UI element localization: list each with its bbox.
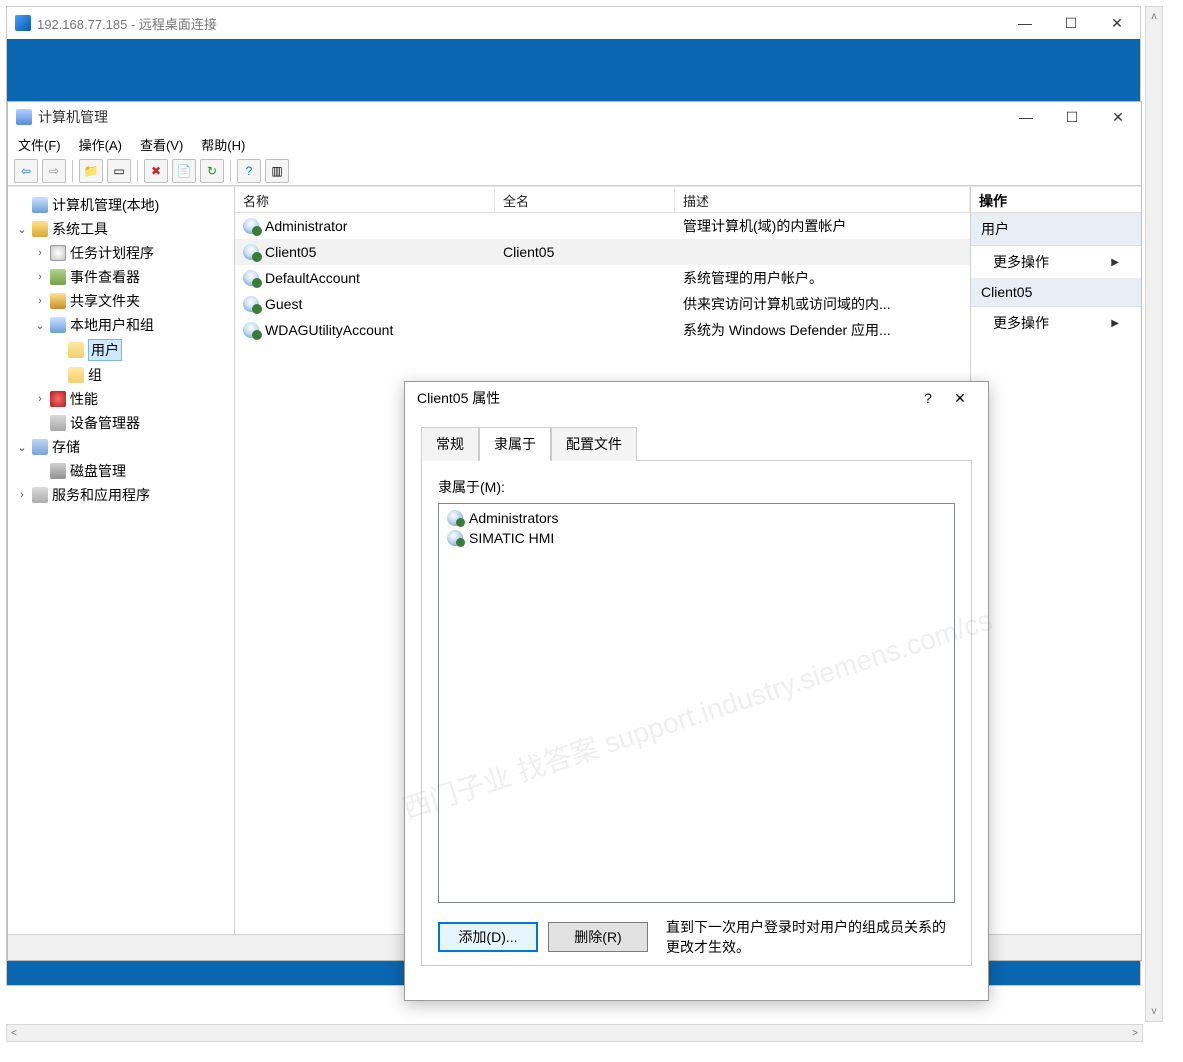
dialog-titlebar[interactable]: Client05 属性 ? ✕	[405, 382, 988, 414]
users-list-body: Administrator 管理计算机(域)的内置帐户 Client05 Cli…	[235, 213, 970, 343]
member-list[interactable]: Administrators SIMATIC HMI	[438, 503, 955, 903]
tree-task-scheduler[interactable]: ›任务计划程序	[12, 241, 230, 265]
tab-general[interactable]: 常规	[421, 427, 479, 461]
tree-services-apps[interactable]: ›服务和应用程序	[12, 483, 230, 507]
help-button[interactable]: ?	[237, 159, 261, 183]
scroll-right-icon[interactable]: >	[1132, 1028, 1138, 1039]
user-icon	[243, 322, 259, 338]
tree-groups[interactable]: 组	[12, 363, 230, 387]
user-row[interactable]: Guest 供来宾访问计算机或访问域的内...	[235, 291, 970, 317]
menu-help[interactable]: 帮助(H)	[201, 135, 245, 154]
rdp-titlebar[interactable]: 192.168.77.185 - 远程桌面连接 — ☐ ✕	[7, 7, 1140, 39]
col-description[interactable]: 描述	[675, 187, 970, 212]
scroll-up-icon[interactable]: ʌ	[1152, 11, 1157, 22]
tree-device-manager[interactable]: 设备管理器	[12, 411, 230, 435]
remove-button[interactable]: 删除(R)	[548, 922, 648, 952]
mmc-menubar: 文件(F) 操作(A) 查看(V) 帮助(H)	[8, 132, 1141, 156]
dialog-body: 常规 隶属于 配置文件 隶属于(M): Administrators SIMAT…	[405, 414, 988, 974]
horizontal-scrollbar[interactable]: <>	[6, 1024, 1143, 1042]
dialog-tabs: 常规 隶属于 配置文件	[421, 426, 972, 461]
dialog-help-button[interactable]: ?	[912, 382, 944, 414]
tree-shared-folders[interactable]: ›共享文件夹	[12, 289, 230, 313]
scroll-down-icon[interactable]: v	[1152, 1006, 1157, 1017]
tree-users[interactable]: 用户	[12, 337, 230, 363]
chevron-right-icon: ▶	[1111, 257, 1119, 268]
nav-forward-button[interactable]: ⇨	[42, 159, 66, 183]
rdp-close-button[interactable]: ✕	[1094, 7, 1140, 39]
tree-storage[interactable]: ⌄存储	[12, 435, 230, 459]
action-group-selected[interactable]: Client05	[971, 278, 1141, 307]
menu-action[interactable]: 操作(A)	[79, 135, 122, 154]
actions-header: 操作	[971, 187, 1141, 213]
navigation-tree[interactable]: 计算机管理(本地) ⌄系统工具 ›任务计划程序 ›事件查看器 ›共享文件夹 ⌄本…	[8, 187, 235, 960]
mmc-maximize-button[interactable]: ☐	[1049, 102, 1095, 132]
add-button[interactable]: 添加(D)...	[438, 922, 538, 952]
properties-button[interactable]: 📄	[172, 159, 196, 183]
tab-panel-member-of: 隶属于(M): Administrators SIMATIC HMI 西门子业 …	[421, 461, 972, 966]
rdp-minimize-button[interactable]: —	[1002, 7, 1048, 39]
refresh-button[interactable]: ↻	[200, 159, 224, 183]
user-row[interactable]: DefaultAccount 系统管理的用户帐户。	[235, 265, 970, 291]
user-properties-dialog: Client05 属性 ? ✕ 常规 隶属于 配置文件 隶属于(M): Admi…	[404, 381, 989, 1001]
tree-local-users-groups[interactable]: ⌄本地用户和组	[12, 313, 230, 337]
mmc-title: 计算机管理	[38, 107, 108, 127]
dialog-buttons: 添加(D)... 删除(R) 直到下一次用户登录时对用户的组成员关系的更改才生效…	[438, 917, 955, 957]
group-icon	[447, 510, 463, 526]
menu-file[interactable]: 文件(F)	[18, 135, 61, 154]
group-item[interactable]: Administrators	[443, 508, 950, 528]
view-button[interactable]: ▥	[265, 159, 289, 183]
user-icon	[243, 270, 259, 286]
mmc-minimize-button[interactable]: —	[1003, 102, 1049, 132]
user-icon	[243, 296, 259, 312]
user-row[interactable]: Client05 Client05	[235, 239, 970, 265]
action-more-users[interactable]: 更多操作▶	[971, 246, 1141, 278]
rdp-maximize-button[interactable]: ☐	[1048, 7, 1094, 39]
chevron-right-icon: ▶	[1111, 318, 1119, 329]
show-hide-tree-button[interactable]: ▭	[107, 159, 131, 183]
scroll-left-icon[interactable]: <	[11, 1028, 17, 1039]
group-icon	[447, 530, 463, 546]
actions-panel: 操作 用户 更多操作▶ Client05 更多操作▶	[971, 187, 1141, 960]
vertical-scrollbar[interactable]: ʌv	[1145, 6, 1163, 1022]
user-row[interactable]: Administrator 管理计算机(域)的内置帐户	[235, 213, 970, 239]
member-of-label: 隶属于(M):	[438, 477, 955, 497]
tree-root[interactable]: 计算机管理(本地)	[12, 193, 230, 217]
nav-back-button[interactable]: ⇦	[14, 159, 38, 183]
computer-management-icon	[16, 109, 32, 125]
tree-disk-management[interactable]: 磁盘管理	[12, 459, 230, 483]
user-icon	[243, 218, 259, 234]
col-name[interactable]: 名称	[235, 187, 495, 212]
rdp-icon	[15, 15, 31, 31]
group-item[interactable]: SIMATIC HMI	[443, 528, 950, 548]
tree-event-viewer[interactable]: ›事件查看器	[12, 265, 230, 289]
user-icon	[243, 244, 259, 260]
tab-member-of[interactable]: 隶属于	[479, 427, 551, 461]
user-row[interactable]: WDAGUtilityAccount 系统为 Windows Defender …	[235, 317, 970, 343]
delete-button[interactable]: ✖	[144, 159, 168, 183]
tree-performance[interactable]: ›性能	[12, 387, 230, 411]
mmc-close-button[interactable]: ✕	[1095, 102, 1141, 132]
tab-profile[interactable]: 配置文件	[551, 427, 637, 461]
users-list-header[interactable]: 名称 全名 描述	[235, 187, 970, 213]
action-group-users[interactable]: 用户	[971, 213, 1141, 246]
up-level-button[interactable]: 📁	[79, 159, 103, 183]
col-fullname[interactable]: 全名	[495, 187, 675, 212]
action-more-selected[interactable]: 更多操作▶	[971, 307, 1141, 339]
mmc-toolbar: ⇦ ⇨ 📁 ▭ ✖ 📄 ↻ ? ▥	[8, 156, 1141, 186]
tree-system-tools[interactable]: ⌄系统工具	[12, 217, 230, 241]
dialog-note: 直到下一次用户登录时对用户的组成员关系的更改才生效。	[666, 917, 955, 957]
mmc-titlebar[interactable]: 计算机管理 — ☐ ✕	[8, 102, 1141, 132]
rdp-title: 192.168.77.185 - 远程桌面连接	[37, 14, 217, 33]
dialog-title: Client05 属性	[417, 388, 500, 408]
dialog-close-button[interactable]: ✕	[944, 382, 976, 414]
menu-view[interactable]: 查看(V)	[140, 135, 183, 154]
